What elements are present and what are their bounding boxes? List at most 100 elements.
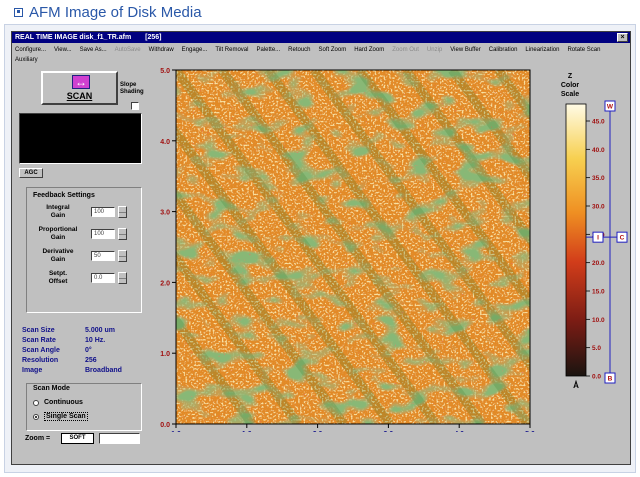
feedback-row-label: Integral Gain xyxy=(29,204,87,220)
feedback-row-label-line2: Gain xyxy=(50,256,66,263)
menu-item[interactable]: Configure... xyxy=(15,45,46,55)
scale-title-z: Z xyxy=(568,73,573,80)
x-tick-label: 5.0 xyxy=(525,431,535,432)
scan-mode-title: Scan Mode xyxy=(33,385,70,392)
signal-preview xyxy=(19,113,142,164)
scan-info-key: Image xyxy=(22,367,43,374)
feedback-row-label-line2: Gain xyxy=(50,234,66,241)
agc-button[interactable]: AGC xyxy=(19,168,43,178)
feedback-value-input[interactable]: 0.0 xyxy=(91,273,115,283)
spin-arrows-icon[interactable] xyxy=(118,228,127,240)
scan-info-key: Resolution xyxy=(22,357,59,364)
zoom-label: Zoom = xyxy=(25,435,51,442)
scan-info-key: Scan Angle xyxy=(22,347,60,354)
feedback-row-label: Proportional Gain xyxy=(29,226,87,242)
zoom-mode-button[interactable]: SOFT xyxy=(61,433,94,444)
scale-title-scale: Scale xyxy=(561,91,579,98)
color-scale-bar xyxy=(565,103,587,377)
scan-info-row: Scan Rate 10 Hz. xyxy=(19,336,142,345)
feedback-row-label-line1: Derivative xyxy=(42,248,74,255)
radio-single-scan-label: Single Scan xyxy=(44,412,88,421)
scan-info-value: 256 xyxy=(85,357,97,364)
feedback-row-label: Setpt. Offset xyxy=(29,270,87,286)
scan-info-row: Resolution 256 xyxy=(19,356,142,365)
scan-info-key: Scan Rate xyxy=(22,337,56,344)
afm-image-plot[interactable]: 5.04.03.02.01.00.01.01.02.03.04.05.0Scal… xyxy=(144,34,564,432)
intensity-marker-label: I xyxy=(597,235,599,242)
feedback-value-input[interactable]: 100 xyxy=(91,229,115,239)
double-arrow-icon xyxy=(72,73,90,91)
x-tick-label: 3.0 xyxy=(384,431,394,432)
scale-tick-label: 15.0 xyxy=(592,289,605,296)
x-tick-label: 1.0 xyxy=(242,431,252,432)
close-button[interactable]: × xyxy=(617,33,628,42)
square-bullet-icon xyxy=(14,7,23,17)
z-color-scale[interactable]: ZColorScale45.040.035.030.025.020.015.01… xyxy=(556,66,632,398)
spin-arrows-icon[interactable] xyxy=(118,206,127,218)
scale-unit-label: Å xyxy=(573,381,579,390)
x-tick-label: 1.0 xyxy=(171,431,181,432)
scale-tick-label: 10.0 xyxy=(592,317,605,324)
scan-button-label: SCAN xyxy=(66,91,93,101)
scan-info-panel: Scan Size 5.000 um Scan Rate 10 Hz. Scan Ang… xyxy=(19,322,142,378)
scan-mode-panel: Scan Mode Continuous Single Scan xyxy=(26,383,142,431)
menu-item[interactable]: View... xyxy=(54,45,72,55)
feedback-value-input[interactable]: 50 xyxy=(91,251,115,261)
slope-shading-checkbox[interactable] xyxy=(131,102,139,110)
feedback-row-label-line1: Proportional xyxy=(38,226,78,233)
feedback-row: Proportional Gain 100 xyxy=(27,226,141,246)
scan-info-key: Scan Size xyxy=(22,327,55,334)
scale-tick-label: 0.0 xyxy=(592,374,601,381)
white-marker-label: W xyxy=(607,104,614,111)
zoom-value-field[interactable] xyxy=(99,433,140,444)
menu-item[interactable]: Auxiliary xyxy=(15,55,38,65)
scale-tick-label: 35.0 xyxy=(592,175,605,182)
y-tick-label: 2.0 xyxy=(160,280,170,287)
feedback-row: Setpt. Offset 0.0 xyxy=(27,270,141,290)
menu-item[interactable]: Rotate Scan xyxy=(567,45,600,55)
y-tick-label: 1.0 xyxy=(160,351,170,358)
spin-arrows-icon[interactable] xyxy=(118,250,127,262)
slope-label-line2: Shading xyxy=(120,89,144,95)
scale-tick-label: 5.0 xyxy=(592,345,601,352)
x-tick-label: 2.0 xyxy=(313,431,323,432)
black-marker-label: B xyxy=(608,376,613,383)
radio-single-scan[interactable]: Single Scan xyxy=(33,412,88,421)
feedback-row-label: Derivative Gain xyxy=(29,248,87,264)
feedback-row: Integral Gain 100 xyxy=(27,204,141,224)
slope-shading-label: Slope Shading xyxy=(120,82,144,96)
scale-tick-label: 45.0 xyxy=(592,119,605,126)
feedback-settings-panel: Feedback Settings Integral Gain 100 Proport… xyxy=(26,187,142,313)
radio-continuous[interactable]: Continuous xyxy=(33,399,83,406)
scale-tick-label: 40.0 xyxy=(592,147,605,154)
scale-tick-label: 30.0 xyxy=(592,204,605,211)
spin-arrows-icon[interactable] xyxy=(118,272,127,284)
y-tick-label: 0.0 xyxy=(160,422,170,429)
scan-info-value: 0° xyxy=(85,347,92,354)
close-icon: × xyxy=(620,34,625,41)
menu-item[interactable]: AutoSave xyxy=(115,45,141,55)
menu-item[interactable]: Save As... xyxy=(80,45,107,55)
feedback-row-label-line1: Setpt. xyxy=(48,270,68,277)
scan-button[interactable]: SCAN xyxy=(41,71,118,105)
feedback-settings-title: Feedback Settings xyxy=(33,192,95,199)
scan-info-row: Scan Angle 0° xyxy=(19,346,142,355)
slope-label-line1: Slope xyxy=(120,82,137,88)
feedback-row-label-line1: Integral xyxy=(46,204,70,211)
page-title-text: AFM Image of Disk Media xyxy=(29,3,202,21)
center-marker-label: C xyxy=(620,235,625,242)
scale-title-color: Color xyxy=(561,82,580,89)
radio-continuous-indicator[interactable] xyxy=(33,399,39,406)
radio-single-scan-indicator[interactable] xyxy=(33,413,39,420)
feedback-row-label-line2: Gain xyxy=(50,212,66,219)
scan-info-value: Broadband xyxy=(85,367,122,374)
scan-info-value: 5.000 um xyxy=(85,327,115,334)
feedback-row-label-line2: Offset xyxy=(48,278,68,285)
y-tick-label: 3.0 xyxy=(160,210,170,217)
window-title: REAL TIME IMAGE disk_f1_TR.afm xyxy=(15,34,132,41)
scan-info-row: Image Broadband xyxy=(19,366,142,375)
y-tick-label: 5.0 xyxy=(160,68,170,75)
scan-info-row: Scan Size 5.000 um xyxy=(19,326,142,335)
feedback-value-input[interactable]: 100 xyxy=(91,207,115,217)
scale-tick-label: 20.0 xyxy=(592,260,605,267)
